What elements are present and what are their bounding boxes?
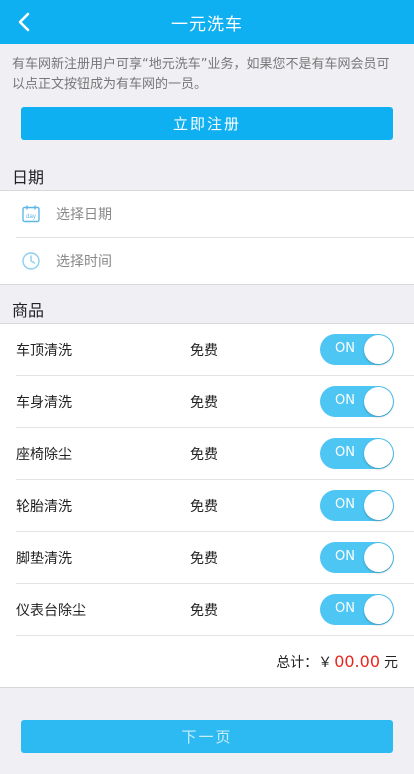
toggle-knob <box>364 387 393 416</box>
toggle-knob <box>364 595 393 624</box>
intro-text: 有车网新注册用户可享“地元洗车”业务，如果您不是有车网会员可以点正文按钮成为有车… <box>12 57 390 92</box>
total-row: 总计：￥ 00.00 元 <box>16 635 414 687</box>
toggle-knob <box>364 335 393 364</box>
goods-item-toggle[interactable]: ON <box>320 386 394 417</box>
date-group: day 选择日期 选择时间 <box>0 190 414 285</box>
goods-item: 轮胎清洗 免费 ON <box>16 479 414 531</box>
clock-icon <box>20 250 42 272</box>
date-picker-row[interactable]: day 选择日期 <box>16 191 414 237</box>
chevron-left-icon <box>18 12 30 32</box>
calendar-icon: day <box>20 203 42 225</box>
back-button[interactable] <box>10 8 38 36</box>
goods-item: 座椅除尘 免费 ON <box>16 427 414 479</box>
toggle-label: ON <box>335 497 355 512</box>
goods-item-name: 车身清洗 <box>16 394 72 411</box>
goods-section-title: 商品 <box>12 301 45 320</box>
goods-item-name: 轮胎清洗 <box>16 498 72 515</box>
goods-item: 车身清洗 免费 ON <box>16 375 414 427</box>
goods-item-toggle[interactable]: ON <box>320 438 394 469</box>
goods-item-toggle[interactable]: ON <box>320 490 394 521</box>
goods-item-toggle[interactable]: ON <box>320 542 394 573</box>
goods-item-price: 免费 <box>190 550 218 567</box>
time-picker-row[interactable]: 选择时间 <box>16 237 414 284</box>
toggle-label: ON <box>335 445 355 460</box>
toggle-knob <box>364 439 393 468</box>
goods-item: 仪表台除尘 免费 ON <box>16 583 414 635</box>
time-picker-placeholder: 选择时间 <box>56 254 112 270</box>
goods-item-price: 免费 <box>190 394 218 411</box>
goods-item-name: 车顶清洗 <box>16 342 72 359</box>
goods-item: 车顶清洗 免费 ON <box>16 324 414 375</box>
goods-item-name: 座椅除尘 <box>16 446 72 463</box>
goods-item-price: 免费 <box>190 446 218 463</box>
toggle-knob <box>364 543 393 572</box>
toggle-knob <box>364 491 393 520</box>
goods-item-name: 脚垫清洗 <box>16 550 72 567</box>
goods-item-toggle[interactable]: ON <box>320 594 394 625</box>
toggle-label: ON <box>335 341 355 356</box>
toggle-label: ON <box>335 393 355 408</box>
toggle-label: ON <box>335 601 355 616</box>
goods-item-toggle[interactable]: ON <box>320 334 394 365</box>
goods-group: 车顶清洗 免费 ON 车身清洗 免费 ON 座椅除尘 免费 ON 轮胎清洗 免费… <box>0 323 414 688</box>
total-unit: 元 <box>384 654 398 671</box>
goods-item: 脚垫清洗 免费 ON <box>16 531 414 583</box>
total-amount: 00.00 <box>334 652 380 671</box>
goods-item-name: 仪表台除尘 <box>16 602 86 619</box>
register-button[interactable]: 立即注册 <box>21 107 393 140</box>
next-page-button[interactable]: 下一页 <box>21 720 393 753</box>
goods-item-price: 免费 <box>190 602 218 619</box>
page-title: 一元洗车 <box>171 14 243 35</box>
nav-bar: 一元洗车 <box>0 0 414 44</box>
calendar-icon-text: day <box>26 214 36 220</box>
date-section-title: 日期 <box>12 168 45 187</box>
toggle-label: ON <box>335 549 355 564</box>
total-label: 总计：￥ <box>276 654 333 671</box>
goods-item-price: 免费 <box>190 498 218 515</box>
goods-item-price: 免费 <box>190 342 218 359</box>
date-picker-placeholder: 选择日期 <box>56 207 112 223</box>
